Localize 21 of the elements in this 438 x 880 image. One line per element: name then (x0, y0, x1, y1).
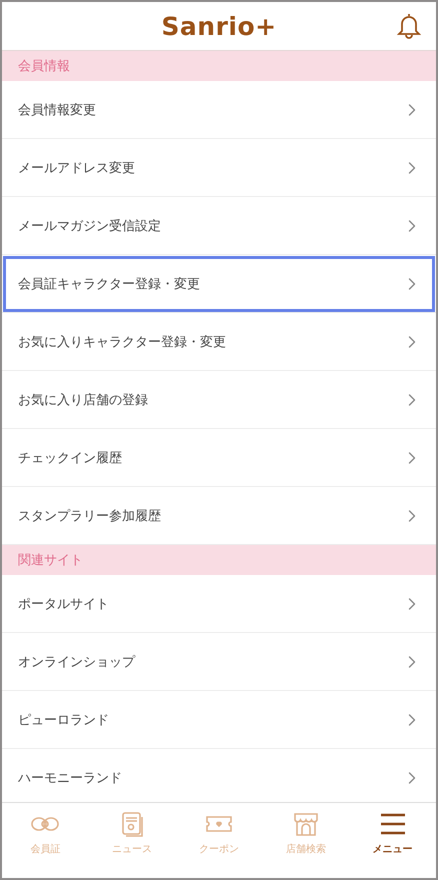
menu-item[interactable]: ピューロランド (2, 691, 436, 749)
menu-item[interactable]: チェックイン履歴 (2, 429, 436, 487)
bell-icon[interactable] (396, 12, 422, 40)
menu-item[interactable]: お気に入りキャラクター登録・変更 (2, 313, 436, 371)
tab-label: クーポン (198, 843, 239, 856)
menu-item[interactable]: オンラインショップ (2, 633, 436, 691)
menu-item[interactable]: メールアドレス変更 (2, 139, 436, 197)
tab-label: ニュース (112, 843, 152, 856)
tab-label: 店舗検索 (286, 842, 326, 856)
menu-item[interactable]: 会員証キャラクター登録・変更 (2, 255, 436, 313)
menu-item[interactable]: ポータルサイト (2, 575, 436, 633)
section-title: 関連サイト (18, 552, 83, 569)
tab-label: 会員証 (30, 842, 60, 856)
app-logo: Sanrio+ (161, 12, 277, 40)
menu-item[interactable]: ハーモニーランド (2, 749, 436, 802)
menu-item[interactable]: メールマガジン受信設定 (2, 197, 436, 255)
tab-label: メニュー (372, 843, 413, 856)
menu-item[interactable]: 会員情報変更 (2, 81, 436, 139)
tab-item[interactable]: メニュー (358, 811, 428, 878)
menu-item[interactable]: お気に入り店舗の登録 (2, 371, 436, 429)
section-title: 会員情報 (18, 58, 70, 75)
